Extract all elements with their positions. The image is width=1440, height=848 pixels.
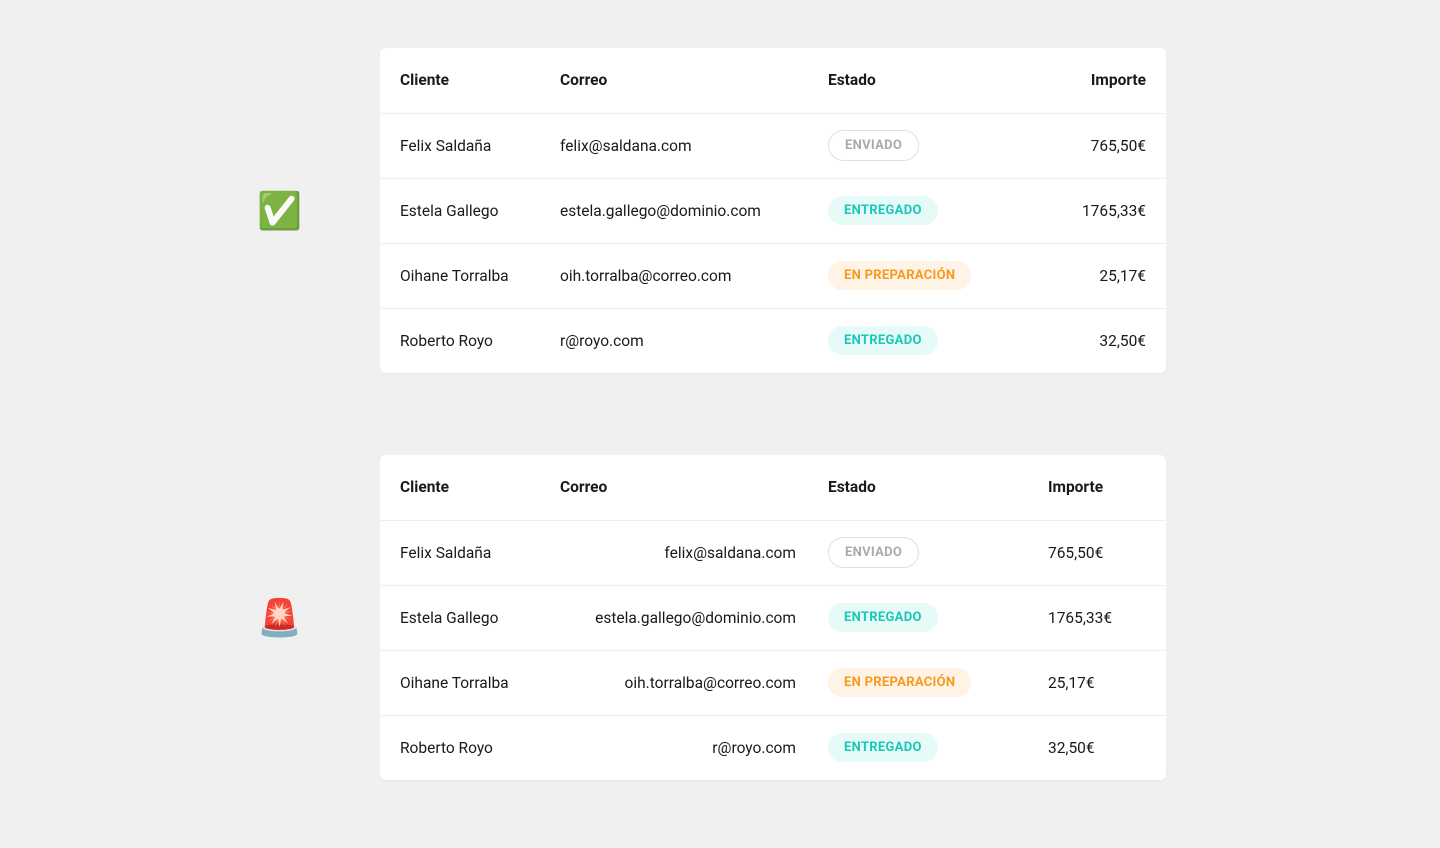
cell-status: ENTREGADO [828, 715, 1048, 780]
table-row: Oihane Torralba oih.torralba@correo.com … [380, 243, 1166, 308]
good-table-card: Cliente Correo Estado Importe Felix Sald… [380, 48, 1166, 373]
check-icon: ✅ [257, 193, 302, 229]
table-row: Felix Saldaña felix@saldana.com ENVIADO … [380, 520, 1166, 585]
cell-client: Roberto Royo [380, 715, 560, 780]
status-badge: ENTREGADO [828, 733, 938, 762]
header-client: Cliente [380, 48, 560, 113]
status-badge: ENTREGADO [828, 196, 938, 225]
bad-example: 🚨 Cliente Correo Estado Importe Felix Sa… [0, 455, 1440, 780]
cell-amount: 1765,33€ [1048, 585, 1166, 650]
cell-amount: 765,50€ [1048, 113, 1166, 178]
cell-amount: 25,17€ [1048, 243, 1166, 308]
good-icon-wrap: ✅ [0, 193, 302, 229]
cell-status: ENTREGADO [828, 308, 1048, 373]
bad-table-card: Cliente Correo Estado Importe Felix Sald… [380, 455, 1166, 780]
cell-status: ENVIADO [828, 113, 1048, 178]
cell-email: r@royo.com [560, 715, 828, 780]
cell-status: ENTREGADO [828, 585, 1048, 650]
cell-email: estela.gallego@dominio.com [560, 178, 828, 243]
cell-client: Estela Gallego [380, 178, 560, 243]
status-badge: ENVIADO [828, 130, 919, 161]
table-row: Estela Gallego estela.gallego@dominio.co… [380, 585, 1166, 650]
table-row: Estela Gallego estela.gallego@dominio.co… [380, 178, 1166, 243]
table-header-row: Cliente Correo Estado Importe [380, 455, 1166, 520]
cell-email: felix@saldana.com [560, 520, 828, 585]
header-status: Estado [828, 48, 1048, 113]
cell-client: Roberto Royo [380, 308, 560, 373]
header-client: Cliente [380, 455, 560, 520]
status-badge: EN PREPARACIÓN [828, 261, 971, 290]
status-badge: EN PREPARACIÓN [828, 668, 971, 697]
cell-email: estela.gallego@dominio.com [560, 585, 828, 650]
bad-icon-wrap: 🚨 [0, 600, 302, 636]
cell-amount: 1765,33€ [1048, 178, 1166, 243]
table-row: Oihane Torralba oih.torralba@correo.com … [380, 650, 1166, 715]
status-badge: ENTREGADO [828, 603, 938, 632]
header-email: Correo [560, 455, 828, 520]
cell-client: Estela Gallego [380, 585, 560, 650]
cell-amount: 32,50€ [1048, 715, 1166, 780]
cell-email: oih.torralba@correo.com [560, 243, 828, 308]
cell-amount: 25,17€ [1048, 650, 1166, 715]
cell-status: EN PREPARACIÓN [828, 243, 1048, 308]
bad-table: Cliente Correo Estado Importe Felix Sald… [380, 455, 1166, 780]
header-amount: Importe [1048, 48, 1166, 113]
cell-amount: 765,50€ [1048, 520, 1166, 585]
table-row: Roberto Royo r@royo.com ENTREGADO 32,50€ [380, 715, 1166, 780]
header-email: Correo [560, 48, 828, 113]
status-badge: ENTREGADO [828, 326, 938, 355]
header-status: Estado [828, 455, 1048, 520]
header-amount: Importe [1048, 455, 1166, 520]
cell-client: Felix Saldaña [380, 520, 560, 585]
status-badge: ENVIADO [828, 537, 919, 568]
alert-icon: 🚨 [257, 600, 302, 636]
cell-status: EN PREPARACIÓN [828, 650, 1048, 715]
cell-email: felix@saldana.com [560, 113, 828, 178]
cell-email: r@royo.com [560, 308, 828, 373]
cell-status: ENVIADO [828, 520, 1048, 585]
cell-client: Felix Saldaña [380, 113, 560, 178]
cell-status: ENTREGADO [828, 178, 1048, 243]
table-row: Roberto Royo r@royo.com ENTREGADO 32,50€ [380, 308, 1166, 373]
cell-client: Oihane Torralba [380, 650, 560, 715]
good-example: ✅ Cliente Correo Estado Importe Felix Sa… [0, 48, 1440, 373]
cell-client: Oihane Torralba [380, 243, 560, 308]
good-table: Cliente Correo Estado Importe Felix Sald… [380, 48, 1166, 373]
table-row: Felix Saldaña felix@saldana.com ENVIADO … [380, 113, 1166, 178]
table-header-row: Cliente Correo Estado Importe [380, 48, 1166, 113]
cell-email: oih.torralba@correo.com [560, 650, 828, 715]
cell-amount: 32,50€ [1048, 308, 1166, 373]
